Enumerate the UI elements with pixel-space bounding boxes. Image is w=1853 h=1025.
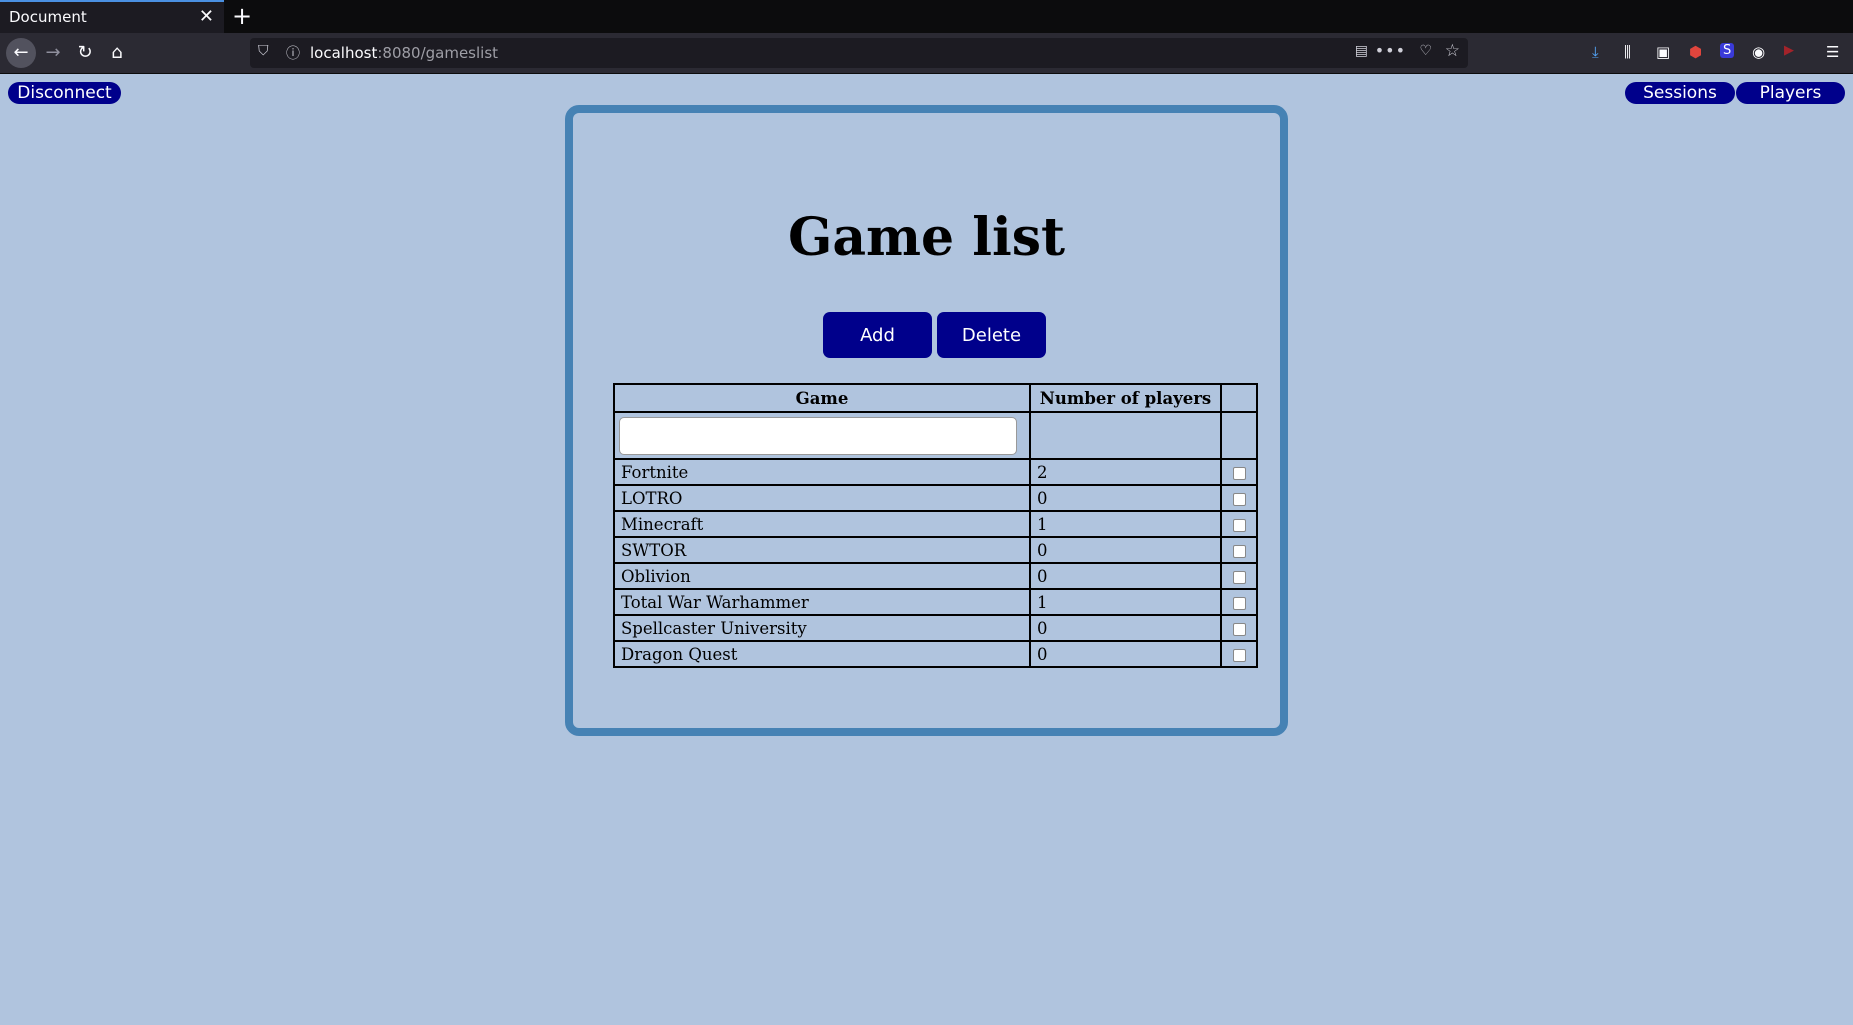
url-text[interactable]: localhost:8080/gameslist [310,44,498,62]
page-title: Game list [787,207,1066,268]
library-icon[interactable]: ⫼ [1624,43,1631,61]
player-count-cell: 0 [1029,614,1222,642]
row-select-checkbox[interactable] [1232,622,1246,636]
select-cell [1220,458,1258,486]
row-select-checkbox[interactable] [1232,596,1246,610]
tracking-shield-icon[interactable]: ⛉ [258,43,269,59]
select-cell [1220,614,1258,642]
player-count-cell: 1 [1029,588,1222,616]
reload-icon[interactable]: ↻ [72,40,98,66]
game-name-cell: SWTOR [613,536,1031,564]
extension-s-icon[interactable]: S [1720,43,1735,58]
browser-tab-bar: Document ✕ + [0,0,1853,33]
table-row: LOTRO 0 [613,484,1258,512]
delete-button[interactable]: Delete [937,312,1046,358]
player-count-cell: 2 [1029,458,1222,486]
game-column-header: Game [613,383,1031,413]
menu-icon[interactable]: ☰ [1826,43,1839,61]
game-name-cell: Minecraft [613,510,1031,538]
extension-yt-icon[interactable]: ▶ [1784,43,1794,58]
player-count-cell: 1 [1029,510,1222,538]
url-bar[interactable]: ⛉ ⓘ localhost:8080/gameslist ▤ ••• ♡ ☆ [250,38,1468,68]
select-cell [1220,484,1258,512]
table-row: Spellcaster University 0 [613,614,1258,642]
row-select-checkbox[interactable] [1232,518,1246,532]
game-name-cell: Total War Warhammer [613,588,1031,616]
select-column-header [1220,383,1258,413]
table-header-row: Game Number of players [613,383,1258,413]
new-tab-icon[interactable]: + [232,2,252,30]
select-cell [1220,588,1258,616]
extension-shield-icon[interactable]: ⬢ [1689,43,1702,61]
game-name-cell: Oblivion [613,562,1031,590]
game-name-cell: Spellcaster University [613,614,1031,642]
site-info-icon[interactable]: ⓘ [286,43,300,63]
table-row: Dragon Quest 0 [613,640,1258,668]
filter-row [613,411,1258,460]
filter-cell-empty [1029,411,1222,460]
table-row: Minecraft 1 [613,510,1258,538]
page-actions-icon[interactable]: ••• [1375,41,1406,60]
url-host: localhost [310,44,378,62]
filter-cell [613,411,1031,460]
select-cell [1220,536,1258,564]
table-row: Total War Warhammer 1 [613,588,1258,616]
pocket-icon[interactable]: ♡ [1419,43,1432,59]
reader-view-icon[interactable]: ▤ [1355,43,1368,59]
game-list-card: Game list Add Delete Game Number of play… [565,105,1288,736]
game-filter-input[interactable] [619,416,1017,455]
row-select-checkbox[interactable] [1232,492,1246,506]
row-select-checkbox[interactable] [1232,466,1246,480]
row-select-checkbox[interactable] [1232,570,1246,584]
player-count-cell: 0 [1029,562,1222,590]
forward-icon[interactable]: → [40,40,66,66]
select-cell [1220,562,1258,590]
game-name-cell: LOTRO [613,484,1031,512]
disconnect-button[interactable]: Disconnect [8,82,121,104]
table-row: Fortnite 2 [613,458,1258,486]
games-table: Game Number of players Fortnite 2 LOTRO 0 Mi… [613,383,1258,668]
downloads-icon[interactable]: ⤓ [1592,43,1599,61]
row-select-checkbox[interactable] [1232,544,1246,558]
player-count-cell: 0 [1029,640,1222,668]
sidebar-icon[interactable]: ▣ [1656,43,1670,61]
select-cell [1220,640,1258,668]
home-icon[interactable]: ⌂ [104,40,130,66]
browser-nav-bar: ← → ↻ ⌂ ⛉ ⓘ localhost:8080/gameslist ▤ •… [0,33,1853,74]
player-count-cell: 0 [1029,536,1222,564]
game-name-cell: Fortnite [613,458,1031,486]
player-count-cell: 0 [1029,484,1222,512]
bookmark-star-icon[interactable]: ☆ [1445,41,1460,61]
players-button[interactable]: Players [1736,82,1845,104]
url-path: :8080/gameslist [377,44,499,62]
close-tab-icon[interactable]: ✕ [199,6,214,27]
account-icon[interactable]: ◉ [1752,43,1765,61]
tab-title: Document [9,8,87,26]
players-column-header: Number of players [1029,383,1222,413]
table-row: SWTOR 0 [613,536,1258,564]
browser-tab[interactable]: Document ✕ [0,0,224,33]
filter-cell-empty [1220,411,1258,460]
row-select-checkbox[interactable] [1232,648,1246,662]
game-name-cell: Dragon Quest [613,640,1031,668]
sessions-button[interactable]: Sessions [1625,82,1735,104]
back-icon[interactable]: ← [6,38,36,68]
add-button[interactable]: Add [823,312,932,358]
table-row: Oblivion 0 [613,562,1258,590]
select-cell [1220,510,1258,538]
